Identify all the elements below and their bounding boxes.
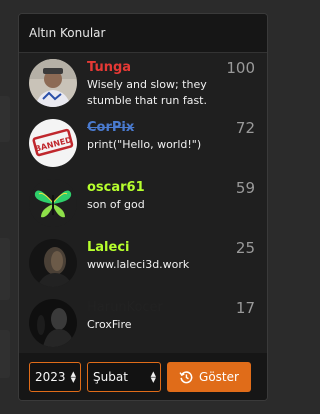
topic-count: 59 xyxy=(235,179,255,197)
banned-stamp-avatar[interactable]: BANNED xyxy=(29,119,77,167)
background-block xyxy=(0,238,10,300)
select-arrows-icon: ▲ ▼ xyxy=(150,369,156,384)
user-name-link[interactable]: Laleci xyxy=(87,240,237,256)
panel-header: Altın Konular xyxy=(19,14,267,53)
topic-count: 72 xyxy=(235,119,255,137)
user-status-text: Wisely and slow; they stumble that run f… xyxy=(87,78,207,107)
user-status-text: son of god xyxy=(87,198,145,211)
list-item[interactable]: BANNED CorPix print("Hello, world!") 72 xyxy=(19,116,267,176)
list-item[interactable]: HarunKocer CroxFire 17 xyxy=(19,296,267,356)
select-arrows-icon: ▲ ▼ xyxy=(70,369,76,384)
page-background-edge xyxy=(0,0,12,414)
user-name-link[interactable]: oscar61 xyxy=(87,180,237,196)
person-photo-avatar[interactable] xyxy=(29,59,77,107)
show-button-label: Göster xyxy=(199,369,239,384)
dark-portrait-avatar[interactable] xyxy=(29,239,77,287)
topic-count: 17 xyxy=(235,299,255,317)
panel-title: Altın Konular xyxy=(29,26,106,40)
user-status-text: www.laleci3d.work xyxy=(87,258,190,271)
show-button[interactable]: Göster xyxy=(167,361,251,392)
user-name-link[interactable]: Tunga xyxy=(87,60,237,76)
filter-bar: 2023 ▲ ▼ Şubat ▲ ▼ Göster xyxy=(19,353,267,400)
user-list: Tunga Wisely and slow; they stumble that… xyxy=(19,53,267,356)
golden-topics-panel: Altın Konular Tunga Wisely and slow; the… xyxy=(18,13,268,401)
user-status-text: CroxFire xyxy=(87,318,132,331)
month-select[interactable]: Şubat ▲ ▼ xyxy=(87,361,161,392)
history-icon xyxy=(179,370,193,383)
dark-portrait-avatar[interactable] xyxy=(29,299,77,347)
list-item[interactable]: oscar61 son of god 59 xyxy=(19,176,267,236)
month-select-value: Şubat xyxy=(93,369,128,384)
user-name-link[interactable]: CorPix xyxy=(87,120,237,136)
background-block xyxy=(0,330,10,378)
list-item[interactable]: Tunga Wisely and slow; they stumble that… xyxy=(19,56,267,116)
year-select-value: 2023 xyxy=(35,369,66,384)
butterfly-avatar[interactable] xyxy=(29,179,77,227)
background-block xyxy=(0,96,10,142)
user-status-text: print("Hello, world!") xyxy=(87,138,202,151)
list-item[interactable]: Laleci www.laleci3d.work 25 xyxy=(19,236,267,296)
topic-count: 25 xyxy=(235,239,255,257)
year-select[interactable]: 2023 ▲ ▼ xyxy=(29,361,81,392)
user-name-link[interactable]: HarunKocer xyxy=(87,300,237,316)
topic-count: 100 xyxy=(226,59,255,77)
